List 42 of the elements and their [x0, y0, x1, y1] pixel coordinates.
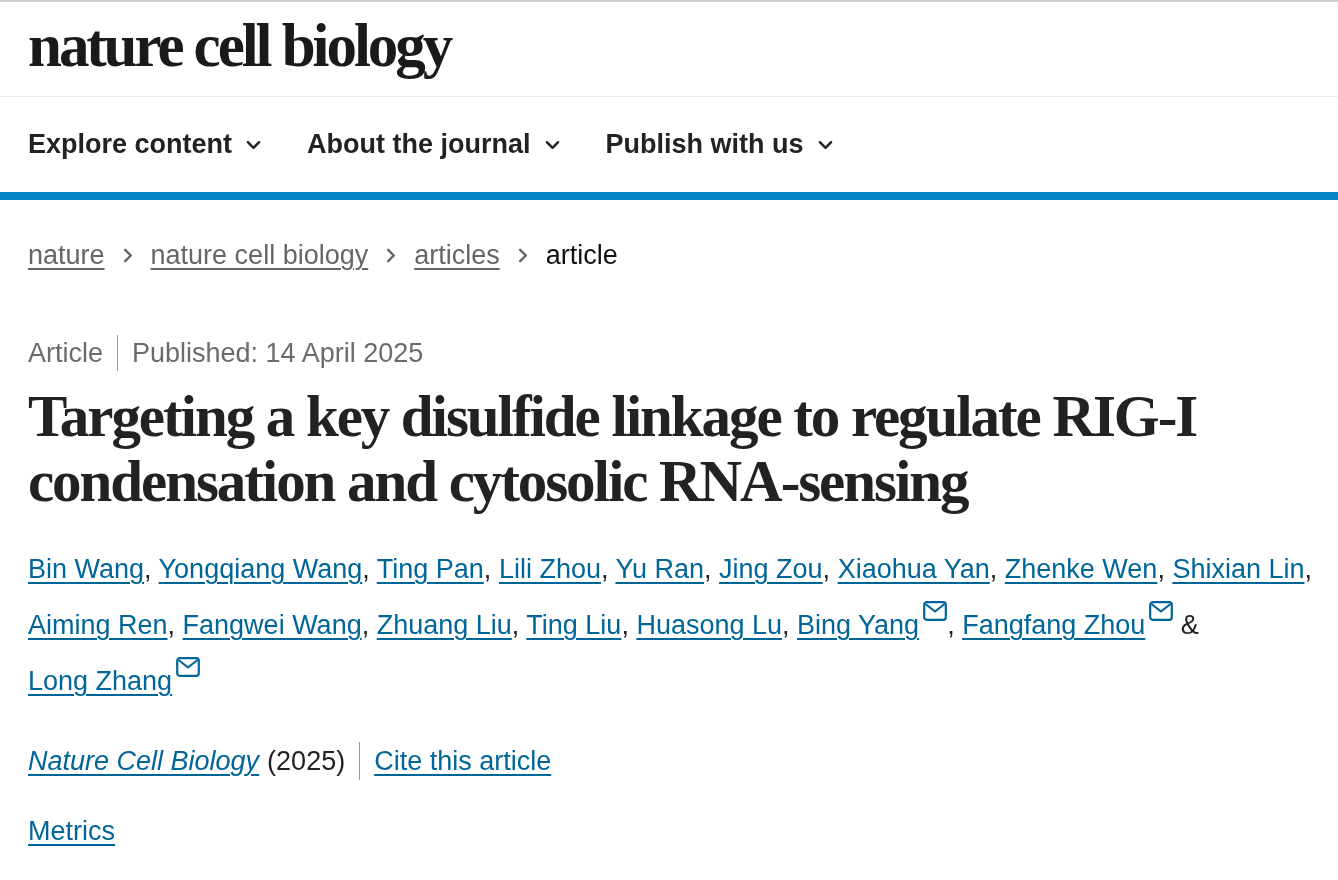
chevron-down-icon	[544, 139, 560, 150]
journal-logo[interactable]: nature cell biology	[28, 14, 451, 84]
chevron-down-icon	[246, 139, 262, 150]
nav-menu-button[interactable]: Publish with us	[605, 124, 833, 165]
author-link[interactable]: Aiming Ren	[28, 610, 168, 640]
metrics-link[interactable]: Metrics	[28, 810, 115, 852]
breadcrumb-link[interactable]: articles	[414, 240, 500, 270]
author-link[interactable]: Long Zhang	[28, 666, 173, 696]
chevron-right-icon	[517, 247, 528, 263]
breadcrumb-current: article	[545, 240, 618, 270]
mail-icon[interactable]	[176, 657, 201, 677]
chevron-right-icon	[386, 247, 397, 263]
chevron-right-icon	[122, 247, 133, 263]
author-link[interactable]: Bing Yang	[797, 610, 920, 640]
mail-icon[interactable]	[1149, 601, 1174, 621]
author-list: Bin Wang, Yongqiang Wang, Ting Pan, Lili Zhou, Yu Ran, Jing Zou, Xiaohua Yan, Zhenke Wen, Shixian Lin, Aiming Ren, Fangwei Wang, Zhuang Liu, Ting Liu, Huasong Lu, Bing Yang , Fangfang Zhou & Long Zhang	[28, 541, 1328, 709]
nav-menu-button[interactable]: Explore content	[28, 124, 262, 165]
article-type-text: Article	[28, 336, 103, 370]
article-title: Targeting a key disulfide linkage to regulate RIG-I condensation and cytosolic RNA-sensing	[28, 384, 1198, 514]
author-link[interactable]: Zhuang Liu	[376, 610, 512, 640]
year-text: (2025)	[267, 744, 346, 778]
author-link[interactable]: Lili Zhou	[498, 554, 601, 584]
author-link[interactable]: Ting Liu	[526, 610, 622, 640]
author-link[interactable]: Shixian Lin	[1172, 554, 1305, 584]
mail-icon[interactable]	[923, 601, 948, 621]
author-link[interactable]: Yongqiang Wang	[158, 554, 363, 584]
author-link[interactable]: Bin Wang	[28, 554, 145, 584]
author-link[interactable]: Yu Ran	[615, 554, 705, 584]
chevron-down-icon	[817, 139, 833, 150]
publish-date-text: Published: 14 April 2025	[132, 336, 424, 370]
author-link[interactable]: Huasong Lu	[636, 610, 782, 640]
breadcrumb-link[interactable]: nature	[28, 240, 105, 270]
nav-menu-button[interactable]: About the journal	[307, 124, 560, 165]
author-link[interactable]: Ting Pan	[376, 554, 484, 584]
author-link[interactable]: Jing Zou	[719, 554, 823, 584]
author-link[interactable]: Fangwei Wang	[182, 610, 362, 640]
journal-link[interactable]: Nature Cell Biology	[28, 740, 260, 782]
cite-link[interactable]: Cite this article	[374, 740, 552, 782]
breadcrumb-link[interactable]: nature cell biology	[150, 240, 369, 270]
author-link[interactable]: Zhenke Wen	[1004, 554, 1158, 584]
author-link[interactable]: Xiaohua Yan	[837, 554, 990, 584]
author-link[interactable]: Fangfang Zhou	[962, 610, 1146, 640]
